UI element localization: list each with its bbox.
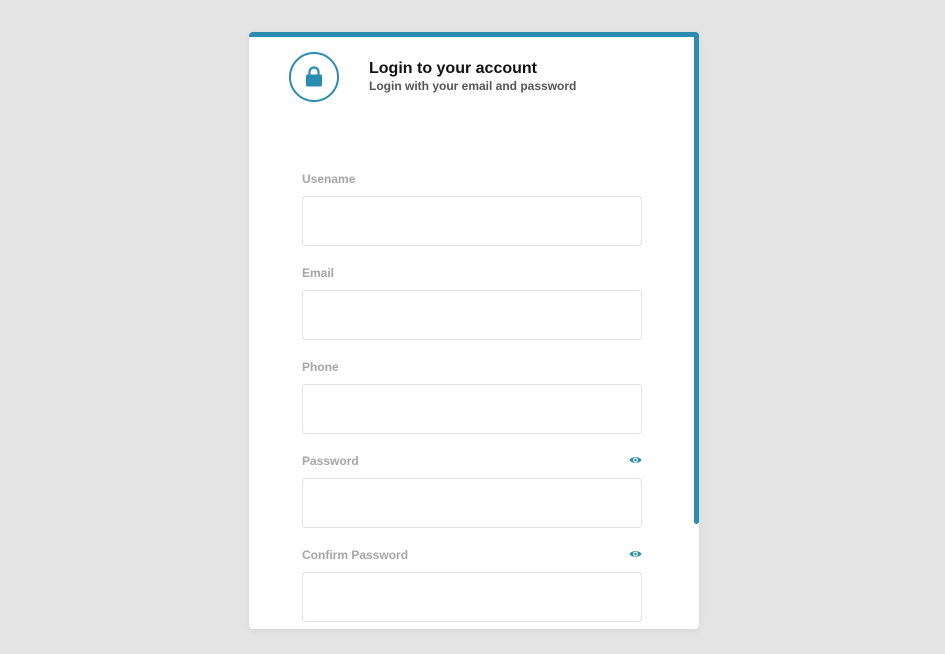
lock-icon [306, 66, 322, 87]
email-field[interactable] [302, 290, 642, 340]
page-subtitle: Login with your email and password [369, 79, 577, 93]
card-accent-bar [249, 32, 699, 37]
username-field[interactable] [302, 196, 642, 246]
eye-icon[interactable] [629, 549, 642, 559]
lock-badge [289, 52, 339, 102]
username-label: Usename [302, 172, 356, 186]
email-label: Email [302, 266, 335, 280]
login-card: Login to your account Login with your em… [249, 32, 699, 629]
confirm-password-label: Confirm Password [302, 548, 409, 562]
scrollbar-thumb[interactable] [694, 32, 699, 524]
page-title: Login to your account [369, 60, 537, 77]
phone-field[interactable] [302, 384, 642, 434]
password-label: Password [302, 454, 359, 468]
password-field[interactable] [302, 478, 642, 528]
phone-label: Phone [302, 360, 339, 374]
confirm-password-field[interactable] [302, 572, 642, 622]
eye-icon[interactable] [629, 455, 642, 465]
